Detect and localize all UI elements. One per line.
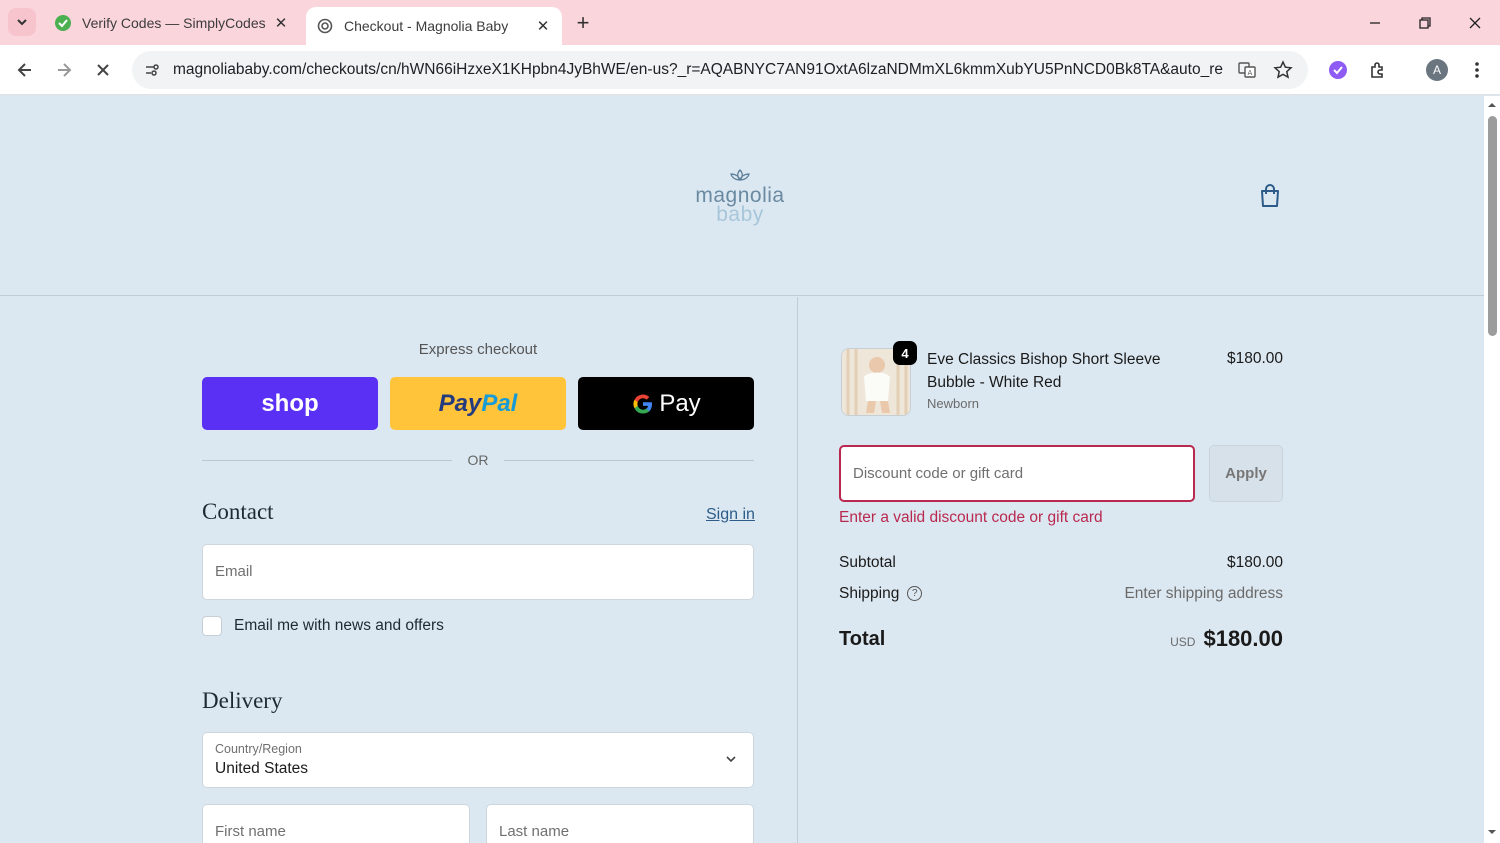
url-text: magnoliababy.com/checkouts/cn/hWN66iHzxe… (173, 61, 1223, 78)
chevron-down-icon (17, 19, 27, 26)
last-name-placeholder: Last name (499, 823, 570, 840)
tab-simplycodes[interactable]: Verify Codes — SimplyCodes ✕ (44, 0, 300, 45)
product-price: $180.00 (1226, 350, 1283, 367)
arrow-right-icon (58, 63, 72, 77)
google-pay-button[interactable]: Pay (578, 377, 754, 430)
tab-search-button[interactable] (8, 8, 36, 36)
or-divider: OR (202, 450, 754, 470)
product-variant: Newborn (927, 396, 980, 411)
google-pay-label: Pay (659, 389, 701, 417)
discount-error-message: Enter a valid discount code or gift card (839, 509, 1103, 526)
chevron-down-icon (726, 756, 736, 763)
close-icon[interactable]: ✕ (270, 12, 292, 34)
total-row: Total USD $180.00 (839, 626, 1283, 652)
discount-code-field[interactable]: Discount code or gift card (839, 445, 1195, 502)
close-icon (1469, 17, 1481, 28)
column-divider (797, 297, 798, 843)
newsletter-label: Email me with news and offers (234, 617, 444, 634)
shipping-label: Shipping (839, 585, 900, 602)
simplycodes-favicon-icon (54, 14, 72, 32)
minimize-icon (1370, 21, 1380, 24)
shipping-row: Shipping? Enter shipping address (839, 585, 1283, 603)
extensions-puzzle-icon[interactable] (1365, 57, 1391, 83)
product-name: Eve Classics Bishop Short Sleeve Bubble … (927, 351, 1161, 391)
close-icon (97, 64, 109, 76)
new-tab-button[interactable]: + (570, 10, 596, 36)
svg-text:A: A (1248, 69, 1253, 77)
newsletter-option[interactable]: Email me with news and offers (202, 616, 444, 636)
paypal-label-part2: Pal (481, 389, 518, 417)
total-value: $180.00 (1203, 626, 1283, 651)
apply-discount-button[interactable]: Apply (1209, 445, 1283, 502)
stop-loading-button[interactable] (88, 55, 118, 85)
contact-heading: Contact (202, 499, 274, 524)
cart-bag-icon[interactable] (1256, 182, 1284, 210)
delivery-heading: Delivery (202, 688, 283, 713)
logo-text-line2: baby (716, 203, 764, 226)
store-logo[interactable]: magnolia baby (692, 166, 788, 226)
or-label: OR (467, 452, 489, 468)
total-label: Total (839, 627, 886, 650)
browser-toolbar: magnoliababy.com/checkouts/cn/hWN66iHzxe… (0, 45, 1500, 95)
paypal-label-part1: Pay (438, 389, 482, 417)
paypal-button[interactable]: Pay Pal (390, 377, 566, 430)
newsletter-checkbox[interactable] (202, 616, 222, 636)
profile-avatar[interactable]: A (1426, 59, 1448, 81)
arrow-left-icon (17, 63, 31, 77)
first-name-field[interactable]: First name (202, 804, 470, 843)
extension-simplycodes-icon[interactable] (1325, 57, 1351, 83)
tab-title: Verify Codes — SimplyCodes (82, 14, 266, 31)
first-name-placeholder: First name (215, 823, 286, 840)
google-g-icon (633, 394, 653, 414)
shop-pay-button[interactable]: shop (202, 377, 378, 430)
restore-icon (1419, 16, 1431, 29)
subtotal-row: Subtotal $180.00 (839, 554, 1283, 572)
browser-tab-bar: Verify Codes — SimplyCodes ✕ Checkout - … (0, 0, 1500, 45)
forward-button[interactable] (49, 55, 79, 85)
shop-pay-label: shop (261, 389, 319, 417)
email-placeholder: Email (215, 563, 253, 580)
country-select[interactable]: Country/Region United States (202, 732, 754, 788)
close-icon[interactable]: ✕ (532, 15, 554, 37)
subtotal-label: Subtotal (839, 554, 896, 571)
express-checkout-label: Express checkout (418, 341, 538, 358)
address-bar[interactable]: magnoliababy.com/checkouts/cn/hWN66iHzxe… (132, 51, 1308, 89)
store-header: magnolia baby (0, 96, 1484, 296)
tab-checkout[interactable]: Checkout - Magnolia Baby ✕ (306, 7, 562, 45)
translate-icon[interactable]: A (1235, 58, 1259, 82)
checkout-page: magnolia baby Express checkout shop Pay P… (0, 96, 1484, 843)
scroll-down-arrow-icon[interactable] (1487, 827, 1497, 837)
discount-placeholder: Discount code or gift card (853, 465, 1024, 482)
more-menu-icon[interactable] (1464, 57, 1490, 83)
minimize-button[interactable] (1350, 0, 1400, 45)
site-settings-icon[interactable] (140, 58, 164, 82)
country-value: United States (215, 760, 309, 777)
lotus-icon (730, 169, 750, 181)
page-scrollbar[interactable] (1484, 96, 1500, 843)
scroll-up-arrow-icon[interactable] (1487, 100, 1497, 110)
help-question-icon[interactable]: ? (907, 586, 923, 602)
quantity-badge: 4 (893, 341, 917, 365)
shipping-value: Enter shipping address (1124, 585, 1283, 602)
email-field[interactable]: Email (202, 544, 754, 600)
country-label: Country/Region (215, 742, 302, 756)
restore-button[interactable] (1400, 0, 1450, 45)
close-window-button[interactable] (1450, 0, 1500, 45)
last-name-field[interactable]: Last name (486, 804, 754, 843)
tab-title: Checkout - Magnolia Baby (344, 18, 509, 34)
back-button[interactable] (10, 55, 40, 85)
bookmark-star-icon[interactable] (1271, 58, 1295, 82)
total-currency: USD (1170, 635, 1196, 649)
subtotal-value: $180.00 (1226, 554, 1283, 571)
loading-favicon-icon (316, 17, 334, 35)
sign-in-link[interactable]: Sign in (706, 506, 755, 524)
scrollbar-thumb[interactable] (1488, 116, 1497, 336)
